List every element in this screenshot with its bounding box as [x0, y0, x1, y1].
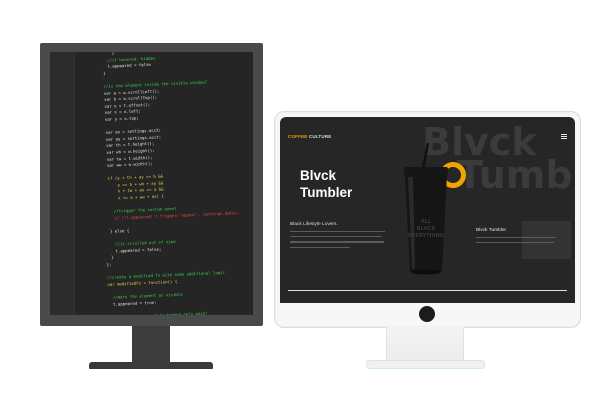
svg-text:ALL: ALL: [421, 219, 432, 225]
svg-text:EVERYTHING: EVERYTHING: [408, 233, 444, 239]
website-preview: Blvck Tumbler COFFEE CULTURE Blvck Tumbl…: [280, 117, 575, 303]
hamburger-menu-icon[interactable]: [561, 134, 567, 140]
logo-accent-text: COFFEE: [288, 134, 308, 139]
screen-divider: [288, 290, 567, 291]
code-monitor-base: [89, 362, 213, 369]
background-word: Tumbler: [457, 153, 575, 197]
code-monitor-stand: [132, 326, 170, 364]
product-heading: Blvck Tumbler: [476, 228, 507, 233]
hero-title: Blvck Tumbler: [300, 168, 353, 200]
code-text: } //if hovered: hidden t.appeared = fals…: [78, 52, 253, 315]
svg-text:BLACK: BLACK: [417, 226, 437, 232]
imac-monitor: Blvck Tumbler COFFEE CULTURE Blvck Tumbl…: [274, 111, 581, 328]
imac-stand: [386, 327, 464, 361]
tumbler-image: ALL BLACK EVERYTHING: [404, 143, 448, 275]
code-monitor: } //if hovered: hidden t.appeared = fals…: [40, 43, 263, 326]
section-subheading: Black Lifestyle Lovers.: [290, 222, 338, 227]
product-placeholder-text: [476, 237, 556, 247]
logo-text: CULTURE: [307, 134, 332, 139]
code-editor-screen: } //if hovered: hidden t.appeared = fals…: [50, 52, 253, 315]
description-placeholder-text: [290, 231, 385, 252]
imac-chin: [275, 303, 580, 327]
site-logo[interactable]: COFFEE CULTURE: [288, 134, 331, 139]
imac-logo-dot: [419, 306, 435, 322]
imac-base: [366, 360, 485, 369]
line-number-gutter: [50, 52, 75, 315]
